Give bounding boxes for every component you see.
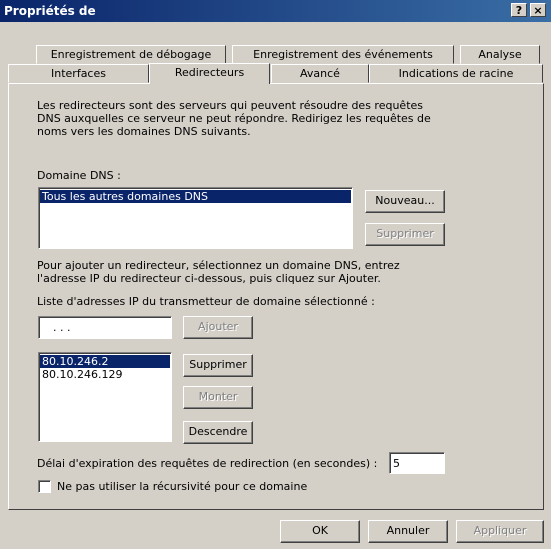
move-up-button[interactable]: Monter bbox=[183, 386, 253, 409]
cancel-button[interactable]: Annuler bbox=[368, 520, 448, 543]
ip-list-label: Liste d'adresses IP du transmetteur de d… bbox=[37, 295, 375, 308]
recursion-label: Ne pas utiliser la récursivité pour ce d… bbox=[57, 480, 308, 493]
move-down-button[interactable]: Descendre bbox=[183, 421, 253, 444]
close-button[interactable]: × bbox=[530, 3, 546, 17]
timeout-label: Délai d'expiration des requêtes de redir… bbox=[37, 457, 378, 470]
dns-domain-label: Domaine DNS : bbox=[37, 169, 121, 182]
delete-ip-button[interactable]: Supprimer bbox=[183, 354, 253, 377]
help-button[interactable]: ? bbox=[511, 3, 527, 17]
list-item[interactable]: 80.10.246.2 bbox=[40, 355, 170, 368]
instruction-line-1: Pour ajouter un redirecteur, sélectionne… bbox=[37, 259, 400, 272]
tab-analyse[interactable]: Analyse bbox=[460, 45, 540, 64]
dns-domain-list[interactable]: Tous les autres domaines DNS bbox=[38, 187, 353, 249]
timeout-input[interactable]: 5 bbox=[389, 452, 445, 474]
list-item[interactable]: 80.10.246.129 bbox=[40, 368, 170, 381]
intro-line-2: DNS auxquelles ce serveur ne peut répond… bbox=[37, 112, 431, 125]
apply-button[interactable]: Appliquer bbox=[456, 520, 544, 543]
window-title: Propriétés de bbox=[4, 4, 96, 18]
ip-address-list[interactable]: 80.10.246.2 80.10.246.129 bbox=[38, 352, 172, 442]
tab-avance[interactable]: Avancé bbox=[271, 64, 369, 83]
title-bar: Propriétés de ? × bbox=[0, 0, 551, 22]
ip-address-dots: . . . bbox=[53, 321, 71, 334]
add-button[interactable]: Ajouter bbox=[183, 316, 253, 339]
tab-enregistrement-debogage[interactable]: Enregistrement de débogage bbox=[36, 45, 226, 64]
tab-enregistrement-evenements[interactable]: Enregistrement des événements bbox=[232, 45, 454, 64]
list-item[interactable]: Tous les autres domaines DNS bbox=[40, 190, 351, 203]
timeout-value: 5 bbox=[393, 457, 400, 470]
intro-line-1: Les redirecteurs sont des serveurs qui p… bbox=[37, 99, 424, 112]
ip-address-input[interactable]: . . . bbox=[38, 316, 172, 339]
new-domain-button[interactable]: Nouveau... bbox=[365, 190, 445, 213]
tab-panel-redirecteurs: Les redirecteurs sont des serveurs qui p… bbox=[8, 83, 544, 510]
delete-domain-button[interactable]: Supprimer bbox=[365, 223, 445, 246]
recursion-checkbox[interactable] bbox=[38, 480, 51, 493]
intro-line-3: noms vers les domaines DNS suivants. bbox=[37, 125, 251, 138]
tab-indications-racine[interactable]: Indications de racine bbox=[369, 64, 543, 83]
instruction-line-2: l'adresse IP du redirecteur ci-dessous, … bbox=[37, 272, 381, 285]
tab-redirecteurs[interactable]: Redirecteurs bbox=[149, 63, 270, 84]
ok-button[interactable]: OK bbox=[280, 520, 360, 543]
tab-interfaces[interactable]: Interfaces bbox=[8, 64, 149, 83]
